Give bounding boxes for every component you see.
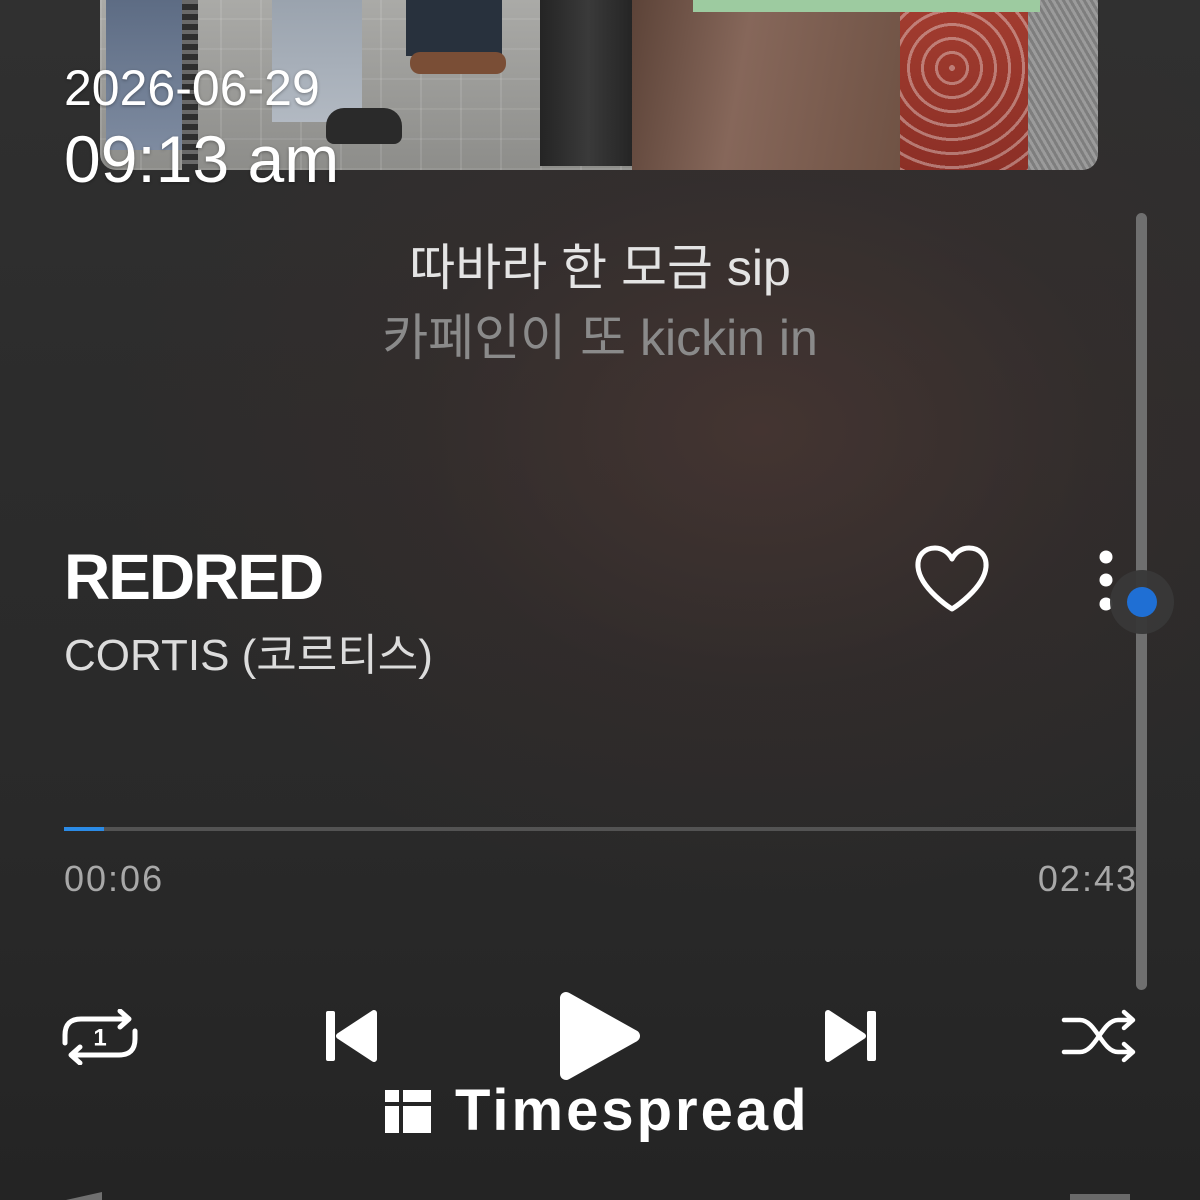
skip-previous-icon (326, 1010, 377, 1062)
album-art-grey-fur (1028, 0, 1098, 170)
progress-bar[interactable] (64, 827, 1136, 831)
elapsed-time: 00:06 (64, 858, 165, 899)
watermark-text: Timespread (455, 1078, 810, 1143)
bottom-bar-partial-left (66, 1192, 102, 1200)
track-artist[interactable]: CORTIS (코르티스) (64, 634, 433, 678)
previous-track-button[interactable] (322, 1008, 380, 1064)
album-art-dark-pants (406, 0, 502, 56)
play-icon (560, 992, 640, 1080)
track-title: REDRED (64, 541, 324, 613)
next-track-button[interactable] (822, 1008, 880, 1064)
shuffle-icon (1061, 1009, 1136, 1063)
like-button[interactable] (912, 541, 992, 617)
music-player-screen: 2026-06-29 09:13 am 따바라 한 모금 sip 카페인이 또 … (0, 0, 1200, 1200)
progress-bar-fill (64, 827, 104, 831)
repeat-one-icon: 1 (62, 1009, 138, 1065)
timespread-logo-icon (384, 1087, 432, 1135)
play-button[interactable] (556, 990, 644, 1082)
heart-outline-icon (915, 545, 989, 612)
album-art-red-pattern (900, 0, 1030, 170)
repeat-button[interactable]: 1 (60, 1009, 140, 1065)
scrollbar-handle[interactable] (1109, 569, 1174, 634)
lyric-line-current[interactable]: 따바라 한 모금 sip (0, 243, 1200, 293)
scrollbar-handle-dot (1126, 586, 1157, 617)
timestamp-time: 09:13 am (64, 122, 340, 196)
total-duration: 02:43 (1037, 858, 1138, 899)
skip-next-icon (825, 1010, 876, 1062)
bottom-bar-partial-right (1070, 1194, 1130, 1200)
album-art-black-pants (540, 0, 636, 166)
album-art-green-label (693, 0, 1040, 12)
shuffle-button[interactable] (1060, 1008, 1140, 1064)
timestamp-date: 2026-06-29 (64, 60, 320, 116)
album-art-brown-shoes (410, 52, 506, 74)
lyric-line-next[interactable]: 카페인이 또 kickin in (0, 313, 1200, 363)
album-art-brown-coat (632, 0, 904, 170)
repeat-one-badge: 1 (93, 1025, 106, 1052)
